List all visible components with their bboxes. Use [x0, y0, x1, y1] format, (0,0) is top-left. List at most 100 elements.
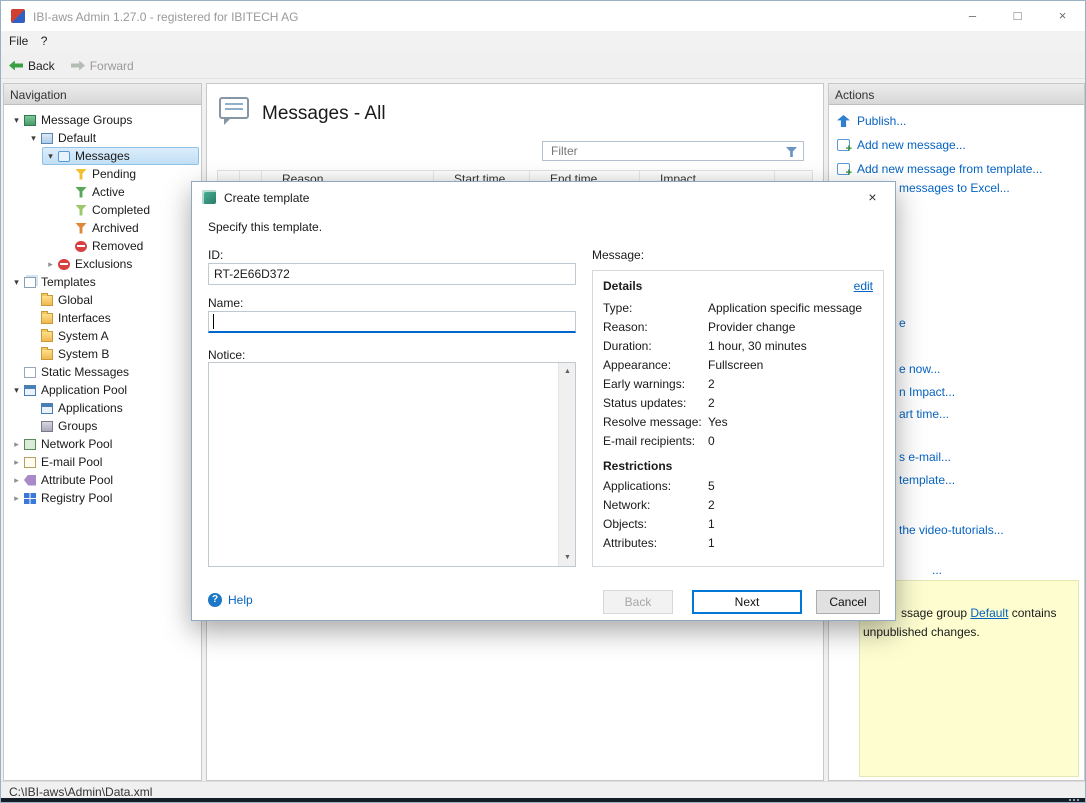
notice-scrollbar[interactable]: ▲ ▼: [558, 363, 575, 566]
details-rows: Type:Application specific messageReason:…: [603, 299, 873, 451]
tree-item-system-b[interactable]: System B: [4, 345, 201, 363]
action-link-fragment[interactable]: n Impact...: [899, 385, 955, 399]
action-link-label: Add new message...: [857, 138, 966, 152]
statusbar-path: C:\IBI-aws\Admin\Data.xml: [9, 785, 152, 799]
network-pool-icon: [24, 439, 36, 450]
folder-icon: [41, 313, 53, 324]
tree-collapsed-arrow-icon[interactable]: ▸: [9, 475, 24, 486]
scroll-up-icon[interactable]: ▲: [559, 363, 576, 380]
text-caret: [213, 314, 214, 329]
detail-label: Reason:: [603, 318, 708, 337]
tree-item-label: Messages: [75, 149, 130, 163]
tree-expanded-arrow-icon[interactable]: ▾: [9, 115, 24, 126]
detail-label: Type:: [603, 299, 708, 318]
tree-item-network-pool[interactable]: ▸Network Pool: [4, 435, 201, 453]
tree-item-e-mail-pool[interactable]: ▸E-mail Pool: [4, 453, 201, 471]
action-link-fragment[interactable]: e now...: [899, 362, 940, 376]
menu-file[interactable]: File: [9, 31, 37, 53]
action-link-fragment[interactable]: template...: [899, 473, 955, 487]
action-add-new-message-from-template[interactable]: Add new message from template...: [829, 157, 1084, 181]
action-link-fragment[interactable]: ...: [932, 563, 942, 577]
action-link-fragment[interactable]: e: [899, 316, 906, 330]
tree-expanded-arrow-icon[interactable]: ▾: [9, 385, 24, 396]
actions-header: Actions: [829, 84, 1084, 105]
tree-item-label: Interfaces: [58, 311, 111, 325]
detail-row-applications: Applications:5: [603, 477, 873, 496]
exclusions-icon: [58, 259, 70, 270]
notice-label: Notice:: [208, 348, 245, 362]
tree-item-label: Registry Pool: [41, 491, 112, 505]
tree-item-exclusions[interactable]: ▸Exclusions: [4, 255, 201, 273]
tree-item-templates[interactable]: ▾ Templates: [4, 273, 201, 291]
restrictions-header: Restrictions: [603, 459, 873, 473]
action-link-fragment[interactable]: art time...: [899, 407, 949, 421]
tree-expanded-arrow-icon[interactable]: ▾: [26, 133, 41, 144]
tree-expanded-arrow-icon[interactable]: ▾: [43, 151, 58, 162]
action-link-fragment[interactable]: the video-tutorials...: [899, 523, 1004, 537]
tree-expanded-arrow-icon[interactable]: ▾: [9, 277, 24, 288]
tree-item-attribute-pool[interactable]: ▸Attribute Pool: [4, 471, 201, 489]
template-name-input[interactable]: [208, 311, 576, 333]
action-publish[interactable]: Publish...: [829, 109, 1084, 133]
back-dialog-button[interactable]: Back: [603, 590, 673, 614]
window-controls: – □ ×: [950, 1, 1085, 31]
close-button[interactable]: ×: [1040, 1, 1085, 31]
template-id-input[interactable]: [208, 263, 576, 285]
add-message-icon: [837, 139, 850, 151]
tree-item-groups[interactable]: Groups: [4, 417, 201, 435]
forward-button[interactable]: Forward: [71, 59, 134, 73]
maximize-button[interactable]: □: [995, 1, 1040, 31]
bottom-strip: [1, 798, 1085, 802]
notice-text: ssage group: [901, 606, 970, 620]
minimize-button[interactable]: –: [950, 1, 995, 31]
tree-item-application-pool[interactable]: ▾Application Pool: [4, 381, 201, 399]
template-notice-textarea[interactable]: ▲ ▼: [208, 362, 576, 567]
cancel-button[interactable]: Cancel: [816, 590, 880, 614]
id-label: ID:: [208, 248, 223, 262]
tree-item-removed[interactable]: Removed: [4, 237, 201, 255]
filter-funnel-icon[interactable]: [786, 147, 797, 157]
menu-help[interactable]: ?: [41, 31, 57, 53]
archived-icon: [75, 223, 87, 234]
filter-input[interactable]: [543, 142, 781, 160]
tree-item-global[interactable]: Global: [4, 291, 201, 309]
tree-collapsed-arrow-icon[interactable]: ▸: [43, 259, 58, 270]
help-button[interactable]: Help: [208, 593, 253, 607]
back-button[interactable]: Back: [9, 59, 55, 73]
name-label: Name:: [208, 296, 243, 310]
action-link-fragment[interactable]: messages to Excel...: [899, 181, 1010, 195]
menubar: File ?: [1, 31, 1085, 53]
tree-item-completed[interactable]: Completed: [4, 201, 201, 219]
tree-item-label: Pending: [92, 167, 136, 181]
detail-label: Attributes:: [603, 534, 708, 553]
message-details-panel: Details edit Type:Application specific m…: [592, 270, 884, 567]
tree-item-label: Templates: [41, 275, 96, 289]
resize-grip-icon[interactable]: [1077, 799, 1079, 801]
tree-item-default[interactable]: ▾Default: [4, 129, 201, 147]
detail-row-status-updates: Status updates:2: [603, 394, 873, 413]
tree-item-registry-pool[interactable]: ▸ Registry Pool: [4, 489, 201, 507]
scroll-down-icon[interactable]: ▼: [559, 549, 576, 566]
tree-item-message-groups[interactable]: ▾Message Groups: [4, 111, 201, 129]
next-button[interactable]: Next: [692, 590, 802, 614]
applications-icon: [41, 403, 53, 414]
dialog-close-button[interactable]: ×: [850, 182, 895, 212]
tree-item-label: System B: [58, 347, 109, 361]
tree-item-pending[interactable]: Pending: [4, 165, 201, 183]
tree-item-messages[interactable]: ▾ Messages: [4, 147, 201, 165]
tree-item-interfaces[interactable]: Interfaces: [4, 309, 201, 327]
action-link-fragment[interactable]: s e-mail...: [899, 450, 951, 464]
tree-item-applications[interactable]: Applications: [4, 399, 201, 417]
tree-collapsed-arrow-icon[interactable]: ▸: [9, 439, 24, 450]
default-group-link[interactable]: Default: [970, 606, 1008, 620]
tree-item-archived[interactable]: Archived: [4, 219, 201, 237]
tree-item-static-messages[interactable]: Static Messages: [4, 363, 201, 381]
tree-collapsed-arrow-icon[interactable]: ▸: [9, 457, 24, 468]
tree-item-system-a[interactable]: System A: [4, 327, 201, 345]
action-add-new-message[interactable]: Add new message...: [829, 133, 1084, 157]
tree-item-active[interactable]: Active: [4, 183, 201, 201]
edit-link[interactable]: edit: [854, 279, 873, 293]
details-header: Details: [603, 279, 642, 293]
application-pool-icon: [24, 385, 36, 396]
tree-collapsed-arrow-icon[interactable]: ▸: [9, 493, 24, 504]
